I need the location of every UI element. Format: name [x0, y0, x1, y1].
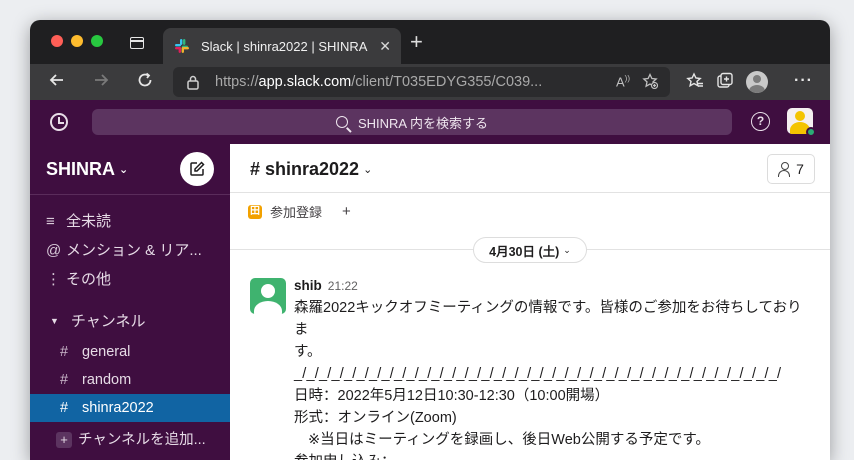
sidebar-toggle-icon[interactable] — [130, 37, 144, 49]
more-icon[interactable]: ··· — [794, 72, 813, 90]
compose-button[interactable] — [180, 152, 214, 186]
add-bookmark-button[interactable]: + — [342, 203, 351, 220]
online-status-icon — [806, 127, 816, 137]
channel-name: shinra2022 — [82, 400, 154, 416]
chevron-down-icon: ⌄ — [363, 164, 373, 176]
hash-icon: # — [60, 400, 69, 416]
avatar-head — [795, 111, 805, 121]
minimize-window-button[interactable] — [71, 35, 83, 47]
form-icon: 田 — [248, 204, 262, 219]
collections-icon[interactable] — [716, 72, 734, 95]
read-aloud-glyph: A — [616, 74, 625, 90]
message-line: 日時：2022年5月12日10:30-12:30（10:00開場） — [294, 388, 610, 404]
date-label: 4月30日 (土) — [489, 244, 560, 259]
workspace-name[interactable]: SHINRA ⌄ — [46, 159, 128, 180]
reload-icon[interactable] — [134, 71, 156, 94]
slack-top-bar: SHINRA 内を検索する ? — [30, 100, 830, 144]
sidebar-item-unreads[interactable]: ≡ 全未読 — [46, 210, 226, 231]
members-button[interactable]: 7 — [767, 154, 815, 184]
add-channel-button[interactable]: + チャンネルを追加... — [56, 428, 206, 449]
message-header: shib 21:22 — [294, 277, 814, 295]
close-window-button[interactable] — [51, 35, 63, 47]
tab-strip: Slack | shinra2022 | SHINRA ✕ + — [30, 20, 830, 64]
sidebar-item-label: メンション & リア... — [66, 242, 202, 259]
sidebar-item-label: 全未読 — [66, 213, 112, 230]
message-time[interactable]: 21:22 — [328, 279, 358, 293]
favorites-icon[interactable] — [686, 72, 704, 95]
url-host: app.slack.com — [258, 74, 352, 90]
compose-icon — [190, 161, 205, 176]
sidebar-item-more[interactable]: ⋮ その他 — [46, 268, 226, 289]
browser-tab-slack[interactable]: Slack | shinra2022 | SHINRA ✕ — [163, 28, 401, 64]
search-icon — [335, 116, 348, 128]
url-text: https://app.slack.com/client/T035EDYG355… — [215, 74, 604, 90]
channel-name: general — [82, 344, 131, 360]
message: shib 21:22 森羅2022キックオフミーティングの情報です。皆様のご参加を… — [294, 277, 814, 460]
history-icon[interactable] — [50, 113, 68, 131]
back-icon[interactable] — [46, 71, 68, 94]
address-bar[interactable]: https://app.slack.com/client/T035EDYG355… — [173, 67, 670, 97]
hash-icon: # — [60, 344, 69, 360]
hash-icon: # — [60, 372, 69, 388]
message-line: 参加申し込み： — [294, 451, 814, 460]
sidebar-divider — [30, 194, 230, 195]
sidebar-channel-random[interactable]: # random — [30, 366, 230, 394]
help-icon[interactable]: ? — [751, 112, 770, 131]
add-favorite-icon[interactable] — [642, 72, 659, 92]
new-tab-button[interactable]: + — [410, 31, 423, 53]
mention-icon: @ — [46, 242, 62, 259]
message-line: ※当日はミーティングを録画し、後日Web公開する予定です。 — [308, 432, 710, 448]
sidebar: SHINRA ⌄ ≡ 全未読 @ メンション & リア... ⋮ その他 ▼ チャンネル … — [30, 144, 230, 460]
header-divider — [230, 192, 830, 193]
search-placeholder: SHINRA 内を検索する — [357, 115, 488, 131]
message-author[interactable]: shib — [294, 278, 322, 293]
search-bar[interactable]: SHINRA 内を検索する — [92, 109, 732, 135]
zoom-window-button[interactable] — [91, 35, 103, 47]
sidebar-item-label: その他 — [66, 271, 112, 288]
section-label: チャンネル — [70, 313, 146, 330]
lock-icon[interactable] — [185, 74, 201, 90]
more-vertical-icon: ⋮ — [46, 271, 61, 288]
message-avatar[interactable] — [250, 278, 286, 314]
message-line: 森羅2022キックオフミーティングの情報です。皆様のご参加をお待ちしておりま — [294, 300, 802, 338]
message-line: _/_/_/_/_/_/_/_/_/_/_/_/_/_/_/_/_/_/_/_/… — [294, 366, 782, 382]
forward-icon[interactable] — [90, 71, 112, 94]
slack-logo-icon — [173, 37, 191, 55]
url-prefix: https:// — [215, 74, 259, 90]
bookmark-registration[interactable]: 参加登録 — [270, 202, 322, 221]
person-icon — [778, 162, 791, 177]
chevron-down-icon: ⌄ — [119, 164, 129, 176]
caret-down-icon: ▼ — [50, 316, 59, 326]
bookmark-bar: 田 参加登録 + — [248, 202, 351, 221]
date-divider[interactable]: 4月30日 (土) ⌄ — [473, 237, 587, 263]
add-channel-label: チャンネルを追加... — [78, 432, 206, 448]
window-controls — [51, 35, 103, 47]
channel-title[interactable]: # shinra2022 ⌄ — [250, 159, 372, 180]
slack-main: SHINRA ⌄ ≡ 全未読 @ メンション & リア... ⋮ その他 ▼ チャンネル … — [30, 144, 830, 460]
member-count: 7 — [796, 161, 804, 177]
sidebar-channel-shinra2022[interactable]: # shinra2022 — [30, 394, 230, 422]
chevron-down-icon: ⌄ — [563, 244, 571, 255]
tab-title: Slack | shinra2022 | SHINRA — [201, 38, 368, 54]
sidebar-channel-general[interactable]: # general — [30, 338, 230, 366]
close-tab-icon[interactable]: ✕ — [379, 38, 391, 55]
profile-icon[interactable] — [746, 71, 768, 93]
channel-view: # shinra2022 ⌄ 7 田 参加登録 + 4月30日 (土) ⌄ shib… — [230, 144, 830, 460]
message-line: す。 — [294, 344, 322, 360]
message-line: 形式：オンライン(Zoom) — [294, 410, 457, 426]
navigation-bar: https://app.slack.com/client/T035EDYG355… — [30, 64, 830, 100]
sidebar-item-mentions[interactable]: @ メンション & リア... — [46, 239, 226, 260]
channel-name: random — [82, 372, 132, 388]
channel-title-text: # shinra2022 — [250, 159, 360, 179]
url-path: /client/T035EDYG355/C039... — [351, 74, 543, 90]
channels-section-header[interactable]: ▼ チャンネル — [50, 310, 145, 331]
workspace-label: SHINRA — [46, 159, 116, 179]
browser-window: Slack | shinra2022 | SHINRA ✕ + https://… — [30, 20, 830, 460]
unreads-icon: ≡ — [46, 213, 55, 230]
read-aloud-icon[interactable]: A)) — [616, 74, 630, 89]
plus-icon: + — [56, 432, 72, 448]
